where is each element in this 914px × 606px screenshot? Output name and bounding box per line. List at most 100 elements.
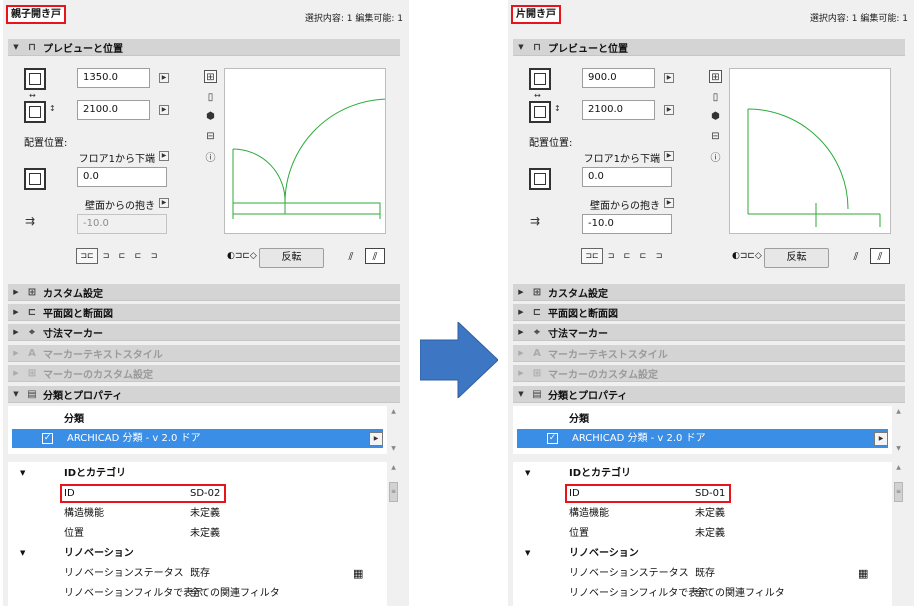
prop-value[interactable]: 未定義 <box>695 524 725 543</box>
section-plan-section[interactable]: ▶ ⊏ 平面図と断面図 <box>513 304 905 321</box>
info-icon[interactable]: ⓘ <box>204 152 217 165</box>
width-input[interactable]: 1350.0 <box>77 68 150 88</box>
scrollbar[interactable]: ▲ ▼ <box>892 406 905 454</box>
scroll-down-icon[interactable]: ▼ <box>892 445 905 452</box>
checkbox-checked-icon[interactable]: ✓ <box>547 433 558 444</box>
floor-dropdown[interactable]: フロア1から下端 <box>63 150 155 165</box>
prop-row-struct[interactable]: 構造機能 未定義 <box>513 504 888 523</box>
info-icon[interactable]: ⓘ <box>709 152 722 165</box>
height-input[interactable]: 2100.0 <box>582 100 655 120</box>
height-input[interactable]: 2100.0 <box>77 100 150 120</box>
prop-row-reno-status[interactable]: リノベーションステータス 既存 ▦ <box>513 564 888 583</box>
prop-value[interactable]: 未定義 <box>695 504 725 523</box>
section-plan-section[interactable]: ▶ ⊏ 平面図と断面図 <box>8 304 400 321</box>
group-row-id[interactable]: ▼ IDとカテゴリ <box>513 464 888 483</box>
anchor-mode-edge-icon[interactable]: ⊐ <box>651 249 667 263</box>
width-spin-icon[interactable]: ▶ <box>664 73 674 83</box>
prop-value[interactable]: 未定義 <box>190 524 220 543</box>
anchor-mode-center-icon[interactable]: ⊏ <box>619 249 635 263</box>
classification-dropdown-icon[interactable]: ▶ <box>369 432 383 446</box>
prop-row-reno-filter[interactable]: リノベーションフィルタで表示 全ての関連フィルタ <box>513 584 888 603</box>
width-input[interactable]: 900.0 <box>582 68 655 88</box>
anchor-mode-both-icon[interactable]: ⊐⊏ <box>76 248 98 264</box>
reveal-input[interactable]: -10.0 <box>582 214 672 234</box>
width-spin-icon[interactable]: ▶ <box>159 73 169 83</box>
prop-row-position[interactable]: 位置 未定義 <box>8 524 383 543</box>
prop-row-struct[interactable]: 構造機能 未定義 <box>8 504 383 523</box>
scrollbar[interactable]: ▲ ≡ <box>387 462 400 606</box>
floor-dropdown-icon[interactable]: ▶ <box>159 151 169 161</box>
reveal-dropdown[interactable]: 壁面からの抱き <box>568 197 660 212</box>
mirror-on-icon[interactable]: ⫽ <box>365 248 385 264</box>
mirror-off-icon[interactable]: ⫽ <box>849 249 863 265</box>
prop-value[interactable]: SD-02 <box>190 484 220 503</box>
scroll-up-icon[interactable]: ▲ <box>387 464 400 471</box>
section-classification[interactable]: ▼ ▤ 分類とプロパティ <box>8 386 400 403</box>
floor-dropdown-icon[interactable]: ▶ <box>664 151 674 161</box>
anchor-mode-center-icon[interactable]: ⊏ <box>114 249 130 263</box>
section-dimension-marker[interactable]: ▶ ⌖ 寸法マーカー <box>8 324 400 341</box>
prop-value[interactable]: 既存 <box>190 564 210 583</box>
height-spin-icon[interactable]: ▶ <box>664 105 674 115</box>
prop-value[interactable]: 全ての関連フィルタ <box>695 584 785 603</box>
scroll-down-icon[interactable]: ▼ <box>387 445 400 452</box>
section-custom[interactable]: ▶ ⊞ カスタム設定 <box>513 284 905 301</box>
section-view-icon[interactable]: ⊟ <box>709 130 722 143</box>
reveal-input[interactable]: -10.0 <box>77 214 167 234</box>
group-row-renovation[interactable]: ▼ リノベーション <box>513 544 888 563</box>
floor-input[interactable]: 0.0 <box>77 167 167 187</box>
flip-direction-icon[interactable]: ◐⊐⊏◇ <box>227 251 257 261</box>
floor-input[interactable]: 0.0 <box>582 167 672 187</box>
prop-row-position[interactable]: 位置 未定義 <box>513 524 888 543</box>
section-classification[interactable]: ▼ ▤ 分類とプロパティ <box>513 386 905 403</box>
scroll-up-icon[interactable]: ▲ <box>892 408 905 415</box>
anchor-mode-edge-icon[interactable]: ⊐ <box>146 249 162 263</box>
prop-row-id[interactable]: ID SD-02 <box>8 484 383 503</box>
mirror-off-icon[interactable]: ⫽ <box>344 249 358 265</box>
plan-view-icon[interactable]: ⊞ <box>204 70 217 83</box>
anchor-mode-both-icon[interactable]: ⊐⊏ <box>581 248 603 264</box>
scroll-thumb[interactable]: ≡ <box>894 482 903 502</box>
anchor-mode-right-icon[interactable]: ⊏ <box>130 249 146 263</box>
prop-value[interactable]: 全ての関連フィルタ <box>190 584 280 603</box>
section-preview[interactable]: ▼ ⊓ プレビューと位置 <box>513 39 905 56</box>
section-view-icon[interactable]: ⊟ <box>204 130 217 143</box>
anchor-mode-right-icon[interactable]: ⊏ <box>635 249 651 263</box>
group-row-renovation[interactable]: ▼ リノベーション <box>8 544 383 563</box>
prop-row-reno-filter[interactable]: リノベーションフィルタで表示 全ての関連フィルタ <box>8 584 383 603</box>
floor-dropdown[interactable]: フロア1から下端 <box>568 150 660 165</box>
prop-value[interactable]: SD-01 <box>695 484 725 503</box>
anchor-mode-left-icon[interactable]: ⊐ <box>603 249 619 263</box>
3d-view-icon[interactable]: ⬢ <box>709 110 722 123</box>
collapse-triangle-icon: ▶ <box>13 349 19 357</box>
flip-button[interactable]: 反転 <box>259 248 324 268</box>
anchor-mode-left-icon[interactable]: ⊐ <box>98 249 114 263</box>
prop-value[interactable]: 未定義 <box>190 504 220 523</box>
flip-direction-icon[interactable]: ◐⊐⊏◇ <box>732 251 762 261</box>
3d-view-icon[interactable]: ⬢ <box>204 110 217 123</box>
prop-row-reno-status[interactable]: リノベーションステータス 既存 ▦ <box>8 564 383 583</box>
scrollbar[interactable]: ▲ ≡ <box>892 462 905 606</box>
reveal-dropdown[interactable]: 壁面からの抱き <box>63 197 155 212</box>
classification-dropdown-icon[interactable]: ▶ <box>874 432 888 446</box>
brick-wall-icon: ▦ <box>858 567 869 580</box>
reveal-dropdown-icon[interactable]: ▶ <box>159 198 169 208</box>
scroll-thumb[interactable]: ≡ <box>389 482 398 502</box>
group-row-id[interactable]: ▼ IDとカテゴリ <box>8 464 383 483</box>
prop-row-id[interactable]: ID SD-01 <box>513 484 888 503</box>
section-dimension-marker[interactable]: ▶ ⌖ 寸法マーカー <box>513 324 905 341</box>
height-spin-icon[interactable]: ▶ <box>159 105 169 115</box>
mirror-on-icon[interactable]: ⫽ <box>870 248 890 264</box>
elevation-view-icon[interactable]: ▯ <box>204 91 217 104</box>
scroll-up-icon[interactable]: ▲ <box>892 464 905 471</box>
reveal-dropdown-icon[interactable]: ▶ <box>664 198 674 208</box>
section-preview[interactable]: ▼ ⊓ プレビューと位置 <box>8 39 400 56</box>
plan-view-icon[interactable]: ⊞ <box>709 70 722 83</box>
flip-button[interactable]: 反転 <box>764 248 829 268</box>
scroll-up-icon[interactable]: ▲ <box>387 408 400 415</box>
prop-value[interactable]: 既存 <box>695 564 715 583</box>
elevation-view-icon[interactable]: ▯ <box>709 91 722 104</box>
checkbox-checked-icon[interactable]: ✓ <box>42 433 53 444</box>
scrollbar[interactable]: ▲ ▼ <box>387 406 400 454</box>
section-custom[interactable]: ▶ ⊞ カスタム設定 <box>8 284 400 301</box>
